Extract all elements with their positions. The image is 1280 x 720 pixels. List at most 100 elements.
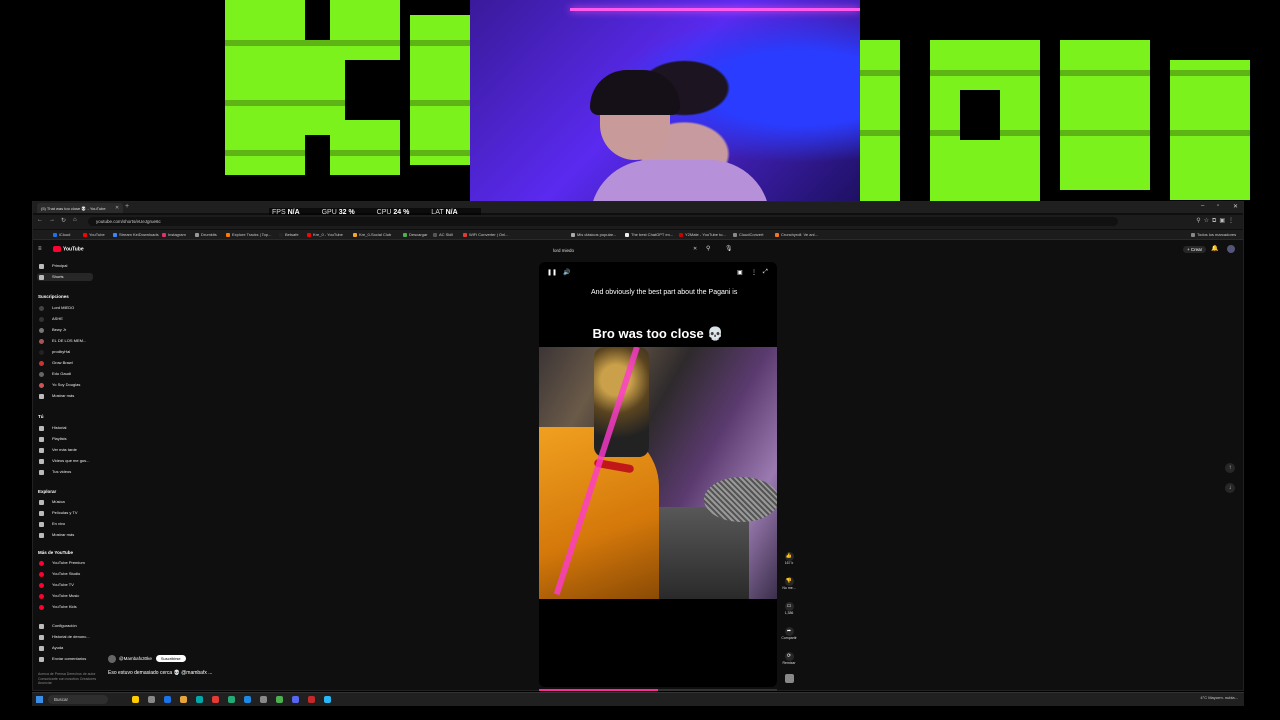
bookmark[interactable]: Mis clásicos popular... bbox=[571, 232, 616, 237]
sidebar-item-historial[interactable]: Historial bbox=[37, 424, 93, 432]
subscribe-button[interactable]: Suscribirse bbox=[155, 655, 186, 663]
show-more-explore[interactable]: Mostrar más bbox=[37, 531, 93, 539]
app-icon[interactable] bbox=[196, 696, 203, 703]
all-bookmarks[interactable]: Todos los marcadores bbox=[1191, 232, 1236, 237]
sidebar-item-music[interactable]: Música bbox=[37, 498, 93, 506]
app-icon[interactable] bbox=[212, 696, 219, 703]
app-icon[interactable] bbox=[244, 696, 251, 703]
maximize-icon[interactable]: ▫ bbox=[1217, 203, 1219, 209]
remix-button[interactable]: ⟳ Remixar bbox=[780, 652, 798, 665]
bookmark[interactable]: Stream KeiDownloads bbox=[113, 232, 159, 237]
app-icon[interactable] bbox=[148, 696, 155, 703]
bookmark[interactable]: YouTube bbox=[83, 232, 105, 237]
sidebar-item-shorts[interactable]: Shorts bbox=[37, 273, 93, 281]
bookmark[interactable]: WiFi Converter | Onl... bbox=[463, 232, 509, 237]
sidebar-item-sub[interactable]: Grow Brawl bbox=[37, 359, 93, 367]
bookmark[interactable]: Explore Tracks | Top... bbox=[226, 232, 271, 237]
sidebar-item-liked[interactable]: Videos que me gus... bbox=[37, 457, 93, 465]
app-icon[interactable] bbox=[260, 696, 267, 703]
sidebar-item-sub[interactable]: EL DE LOS MEM... bbox=[37, 337, 93, 345]
sidebar-item-tv[interactable]: YouTube TV bbox=[37, 581, 93, 589]
share-button[interactable]: ➦ Compartir bbox=[780, 627, 798, 640]
comments-button[interactable]: ▭ 1,386 bbox=[780, 602, 798, 615]
bookmark[interactable]: AC Skill bbox=[433, 232, 453, 237]
close-window-icon[interactable]: ✕ bbox=[1233, 203, 1238, 210]
new-tab-icon[interactable]: + bbox=[125, 203, 129, 210]
back-icon[interactable]: ← bbox=[37, 217, 43, 223]
you-heading[interactable]: Tú bbox=[38, 414, 44, 419]
channel-name[interactable]: @Mambafx30ke bbox=[119, 656, 152, 661]
bookmark[interactable]: Kre_0 - YouTube bbox=[307, 232, 343, 237]
bookmark[interactable]: CloudConvert bbox=[733, 232, 763, 237]
sidebar-item-principal[interactable]: Principal bbox=[37, 262, 93, 270]
app-icon[interactable] bbox=[132, 696, 139, 703]
notifications-icon[interactable]: 🔔 bbox=[1211, 245, 1218, 252]
sidebar-item-sub[interactable]: prodbyHal bbox=[37, 348, 93, 356]
bookmark[interactable]: Betsafe bbox=[279, 232, 299, 237]
sidebar-item-report-history[interactable]: Historial de denunc... bbox=[37, 633, 93, 641]
discord-icon[interactable] bbox=[292, 696, 299, 703]
home-icon[interactable]: ⌂ bbox=[73, 217, 77, 223]
reload-icon[interactable]: ↻ bbox=[61, 217, 66, 224]
volume-icon[interactable]: 🔊 bbox=[563, 269, 570, 276]
app-icon[interactable] bbox=[228, 696, 235, 703]
sidebar-item-help[interactable]: Ayuda bbox=[37, 644, 93, 652]
show-more-subs[interactable]: Mostrar más bbox=[37, 392, 93, 400]
next-short-button[interactable]: ↓ bbox=[1225, 483, 1235, 493]
sidebar-item-music-app[interactable]: YouTube Music bbox=[37, 592, 93, 600]
windows-start-icon[interactable] bbox=[36, 696, 43, 703]
url-field[interactable]: youtube.com/shorts/eUeJgrue6c bbox=[88, 217, 1118, 226]
app-icon[interactable] bbox=[324, 696, 331, 703]
browser-toolbar-icons[interactable]: ⚲☆⧉▣⋮ bbox=[1196, 217, 1237, 225]
youtube-logo[interactable]: YouTube bbox=[53, 246, 84, 252]
bookmark[interactable]: Descargar bbox=[403, 232, 427, 237]
bookmark[interactable]: Y2Mate - YouTube to... bbox=[679, 232, 726, 237]
mic-icon[interactable]: 🎙 bbox=[725, 245, 733, 252]
sidebar-item-sub[interactable]: Edu Gaudi bbox=[37, 370, 93, 378]
sidebar-item-settings[interactable]: Configuración bbox=[37, 622, 93, 630]
sidebar-item-premium[interactable]: YouTube Premium bbox=[37, 559, 93, 567]
sidebar-item-live[interactable]: En vivo bbox=[37, 520, 93, 528]
avatar[interactable] bbox=[1227, 245, 1235, 253]
video-description[interactable]: Eso estuvo demasiado cerca 💀 @mambafx ..… bbox=[108, 670, 212, 676]
search-input[interactable]: lord miedo bbox=[553, 246, 703, 255]
captions-icon[interactable]: ▣ bbox=[737, 269, 743, 276]
bookmark[interactable]: The best ChatGPT en... bbox=[625, 232, 673, 237]
close-tab-icon[interactable]: ✕ bbox=[115, 205, 119, 211]
more-options-icon[interactable]: ⋮ bbox=[751, 269, 757, 276]
audio-thumbnail[interactable] bbox=[780, 674, 798, 683]
sidebar-item-feedback[interactable]: Enviar comentarios bbox=[37, 655, 93, 663]
fullscreen-icon[interactable]: ⤢ bbox=[763, 269, 768, 276]
dislike-button[interactable]: 👎 No me... bbox=[780, 577, 798, 590]
folder-icon[interactable] bbox=[180, 696, 187, 703]
sidebar-item-kids[interactable]: YouTube Kids bbox=[37, 603, 93, 611]
minimize-icon[interactable]: – bbox=[1201, 203, 1204, 209]
channel-avatar[interactable] bbox=[108, 655, 116, 663]
sidebar-item-sub[interactable]: ASHE bbox=[37, 315, 93, 323]
sidebar-item-sub[interactable]: Lord MIEDO bbox=[37, 304, 93, 312]
bookmark[interactable]: Drumkits bbox=[195, 232, 217, 237]
create-button[interactable]: + Crear bbox=[1183, 246, 1207, 253]
sidebar-item-studio[interactable]: YouTube Studio bbox=[37, 570, 93, 578]
app-icon[interactable] bbox=[308, 696, 315, 703]
sidebar-item-your-videos[interactable]: Tus videos bbox=[37, 468, 93, 476]
bookmark[interactable]: iCloud bbox=[53, 232, 70, 237]
system-tray[interactable]: 4°C Mayorm. nubla... bbox=[1200, 695, 1238, 700]
taskbar-search[interactable]: Buscar bbox=[48, 695, 108, 704]
browser-tab[interactable]: (5) That was too close 💀 - YouTube ✕ bbox=[37, 203, 123, 213]
search-icon[interactable]: ⚲ bbox=[706, 245, 710, 252]
previous-short-button[interactable]: ↑ bbox=[1225, 463, 1235, 473]
menu-icon[interactable]: ≡ bbox=[38, 246, 42, 252]
sidebar-item-movies[interactable]: Películas y TV bbox=[37, 509, 93, 517]
sidebar-item-sub[interactable]: Yo Soy Douglas bbox=[37, 381, 93, 389]
sidebar-footer[interactable]: Acerca de Prensa Derechos de autor Comun… bbox=[38, 672, 98, 686]
sidebar-item-watch-later[interactable]: Ver más tarde bbox=[37, 446, 93, 454]
bookmark[interactable]: Crunchyroll: Ve ani... bbox=[775, 232, 818, 237]
forward-icon[interactable]: → bbox=[49, 217, 55, 223]
sidebar-item-sub[interactable]: Bewy Jr bbox=[37, 326, 93, 334]
sidebar-item-playlists[interactable]: Playlists bbox=[37, 435, 93, 443]
subscriptions-heading[interactable]: Suscripciones bbox=[38, 294, 69, 299]
chrome-icon[interactable] bbox=[276, 696, 283, 703]
pause-icon[interactable]: ❚❚ bbox=[547, 269, 557, 276]
bookmark[interactable]: Kre_0-Social Club bbox=[353, 232, 391, 237]
